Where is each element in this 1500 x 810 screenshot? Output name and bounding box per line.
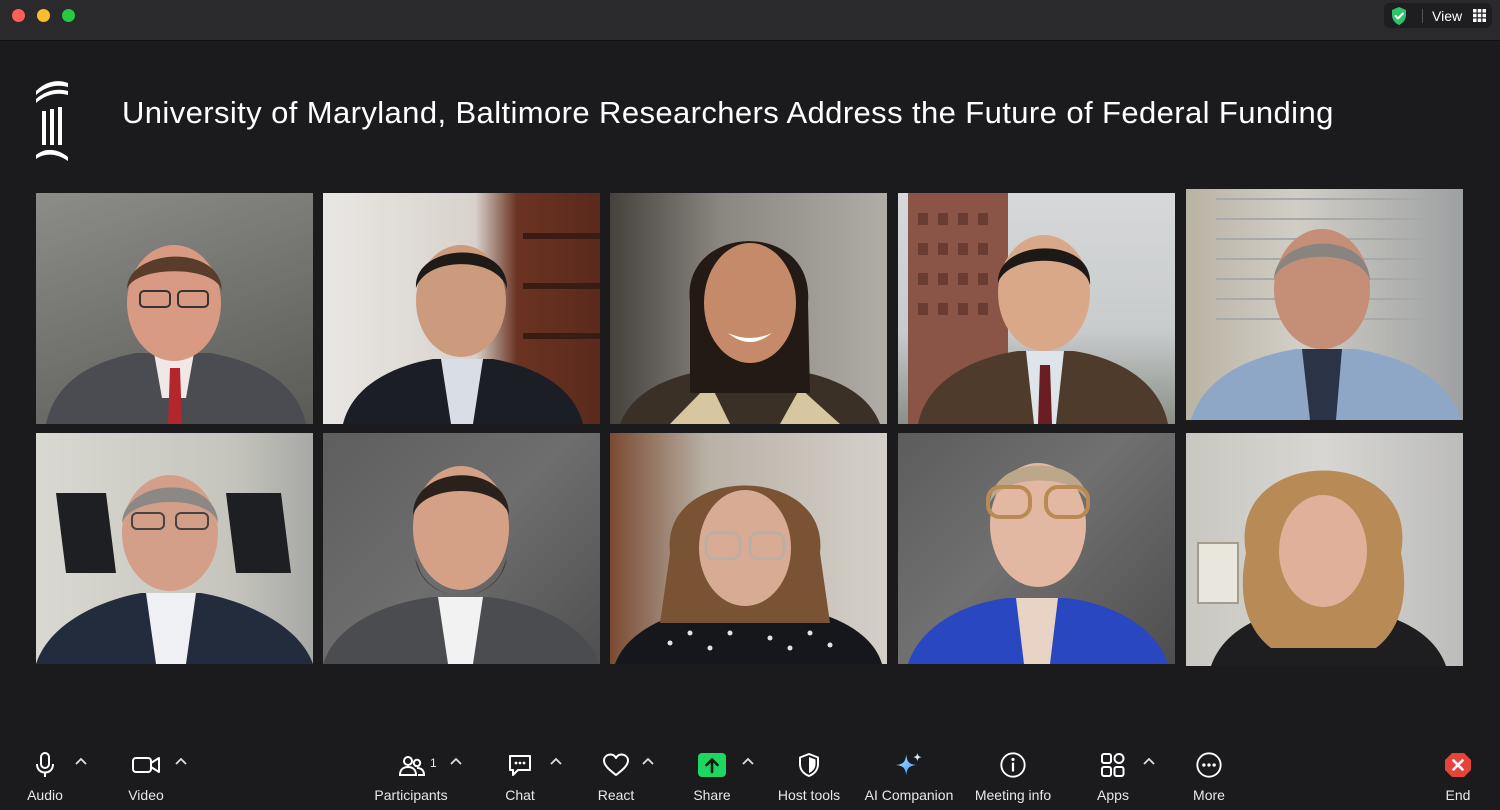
participant-video-tile[interactable]: [323, 433, 600, 664]
participant-video-tile[interactable]: [36, 193, 313, 424]
chat-options-chevron-up-icon[interactable]: [549, 756, 563, 766]
host-tools-label: Host tools: [777, 787, 841, 803]
apps-icon: [1101, 753, 1125, 777]
video-label: Video: [128, 787, 164, 803]
end-meeting-button[interactable]: End: [1436, 746, 1480, 810]
chat-label: Chat: [505, 787, 535, 803]
end-call-icon: [1445, 753, 1471, 777]
participant-silhouette: [615, 485, 882, 664]
meeting-toolbar: Audio Video Participants 1 Chat React Sh…: [0, 746, 1500, 810]
share-options-chevron-up-icon[interactable]: [741, 756, 755, 766]
participant-video-tile[interactable]: [610, 193, 887, 424]
info-icon: [1000, 752, 1026, 778]
participant-video-tile[interactable]: [1186, 189, 1463, 420]
view-button[interactable]: View: [1384, 3, 1492, 28]
zoom-window-button[interactable]: [62, 9, 75, 22]
host-shield-icon: [799, 753, 819, 777]
participant-video-tile[interactable]: [898, 433, 1175, 664]
participant-video-tile[interactable]: [323, 193, 600, 424]
ai-companion-label: AI Companion: [864, 787, 954, 803]
participants-options-chevron-up-icon[interactable]: [449, 756, 463, 766]
apps-button[interactable]: Apps: [1090, 746, 1136, 810]
more-ellipsis-icon: [1196, 752, 1222, 778]
close-window-button[interactable]: [12, 9, 25, 22]
participant-silhouette: [46, 245, 306, 424]
meeting-stage: University of Maryland, Baltimore Resear…: [0, 41, 1500, 746]
more-label: More: [1193, 787, 1225, 803]
participant-video-tile[interactable]: [610, 433, 887, 664]
participant-silhouette: [1197, 470, 1446, 666]
chat-button[interactable]: Chat: [496, 746, 544, 810]
heart-icon: [603, 753, 629, 776]
meeting-headline: University of Maryland, Baltimore Resear…: [122, 95, 1334, 130]
meeting-info-label: Meeting info: [974, 787, 1052, 803]
apps-options-chevron-up-icon[interactable]: [1142, 756, 1156, 766]
participant-video-tile[interactable]: [898, 193, 1175, 424]
participant-silhouette: [343, 233, 600, 424]
video-options-chevron-up-icon[interactable]: [174, 756, 188, 766]
divider: [1422, 9, 1423, 23]
apps-label: Apps: [1097, 787, 1129, 803]
microphone-icon: [36, 752, 54, 777]
more-button[interactable]: More: [1186, 746, 1232, 810]
participant-silhouette: [36, 475, 313, 664]
video-camera-icon: [132, 757, 160, 773]
audio-options-chevron-up-icon[interactable]: [74, 756, 88, 766]
ai-sparkle-icon: [895, 752, 922, 776]
participants-label: Participants: [374, 787, 448, 803]
participant-silhouette: [323, 466, 600, 664]
participants-button[interactable]: Participants: [370, 746, 452, 810]
window-title-bar: View: [0, 0, 1500, 41]
host-tools-button[interactable]: Host tools: [770, 746, 848, 810]
audio-label: Audio: [27, 787, 63, 803]
participant-silhouette: [620, 241, 880, 424]
video-button[interactable]: Video: [118, 746, 174, 810]
participant-video-tile[interactable]: [36, 433, 313, 664]
participant-video-tile[interactable]: [1186, 433, 1463, 666]
umb-logo: [36, 81, 68, 161]
shield-check-icon[interactable]: [1388, 5, 1410, 27]
share-screen-button[interactable]: Share: [688, 746, 736, 810]
ai-companion-button[interactable]: AI Companion: [860, 746, 958, 810]
participants-icon: [398, 756, 426, 776]
participant-silhouette: [1191, 198, 1461, 420]
grid-icon: [1473, 9, 1486, 22]
participant-silhouette: [908, 193, 1168, 424]
view-label: View: [1432, 8, 1463, 24]
minimize-window-button[interactable]: [37, 9, 50, 22]
participant-silhouette: [908, 463, 1168, 664]
share-arrow-icon: [698, 753, 726, 777]
share-label: Share: [693, 787, 731, 803]
chat-bubble-icon: [509, 755, 531, 776]
react-button[interactable]: React: [592, 746, 640, 810]
audio-button[interactable]: Audio: [18, 746, 72, 810]
meeting-info-button[interactable]: Meeting info: [970, 746, 1056, 810]
react-options-chevron-up-icon[interactable]: [641, 756, 655, 766]
participants-count: 1: [430, 756, 437, 770]
react-label: React: [597, 787, 635, 803]
end-label: End: [1445, 787, 1471, 803]
